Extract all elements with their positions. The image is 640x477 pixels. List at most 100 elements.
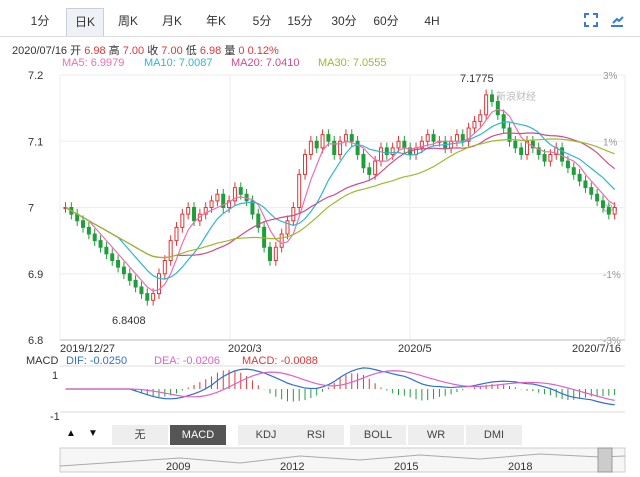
quote-info: 2020/07/16 开 6.98 高 7.00 收 7.00 低 6.98 量…: [12, 45, 279, 57]
tab-3[interactable]: 月K: [154, 8, 190, 35]
candle-62: [425, 134, 430, 142]
x-tick-2: 2020/5: [398, 343, 432, 355]
candle-16: [156, 273, 161, 295]
tab-1[interactable]: 日K: [66, 8, 104, 36]
candle-46: [332, 140, 337, 155]
pct-tick-0: 3%: [603, 71, 618, 82]
candle-49: [349, 134, 354, 142]
candle-21: [186, 207, 191, 215]
tab-9[interactable]: 4H: [414, 8, 450, 35]
pct-tick-1: 1%: [603, 137, 618, 148]
watermark: 新浪财经: [496, 90, 536, 103]
pct-tick-3: -1%: [603, 270, 621, 281]
candle-12: [133, 279, 138, 288]
candle-92: [600, 200, 605, 208]
candle-85: [560, 147, 565, 162]
candle-77: [513, 140, 518, 149]
candle-94: [612, 207, 617, 215]
candle-54: [378, 147, 383, 162]
fullscreen-icon[interactable]: [584, 13, 598, 27]
tab-8[interactable]: 60分: [368, 8, 404, 35]
candle-11: [127, 273, 132, 281]
candle-18: [168, 240, 173, 261]
y-tick-2: 7: [28, 203, 34, 215]
candle-8: [110, 253, 115, 261]
x-tick-1: 2020/3: [228, 343, 262, 355]
ma-legend-1: MA10: 7.0087: [144, 57, 213, 69]
nav-year-0: 2009: [166, 461, 190, 473]
candle-45: [326, 134, 331, 142]
candle-3: [81, 220, 86, 228]
candle-91: [595, 193, 600, 202]
candle-17: [162, 260, 167, 275]
candle-42: [308, 140, 313, 155]
high-annotation: 7.1775: [460, 73, 494, 85]
low-annotation: 6.8408: [112, 315, 146, 327]
tab-5[interactable]: 5分: [244, 8, 280, 35]
x-tick-3: 2020/7/16: [572, 343, 621, 355]
nav-year-1: 2012: [280, 461, 304, 473]
tab-4[interactable]: 年K: [198, 8, 234, 35]
macd-tick-0: 1: [52, 370, 58, 382]
candle-10: [121, 266, 126, 275]
candle-88: [577, 173, 582, 182]
macd-macd-label: MACD: -0.0088: [242, 355, 318, 367]
period-tabs: 1分 日K 周K 月K 年K 5分 15分 30分 60分 4H: [0, 8, 640, 37]
candle-57: [396, 140, 401, 149]
candle-30: [238, 187, 243, 195]
indicator-tabs: 无 MACD KDJ RSI BOLL WR DMI: [60, 425, 625, 445]
indicator-tab-4[interactable]: BOLL: [350, 425, 407, 445]
candle-58: [402, 140, 407, 149]
macd-dif-label: DIF: -0.0250: [66, 355, 127, 367]
candle-52: [367, 167, 372, 175]
tab-7[interactable]: 30分: [326, 8, 362, 35]
ma-legend-2: MA20: 7.0410: [231, 57, 300, 69]
candle-14: [145, 293, 150, 301]
indicator-tab-3[interactable]: RSI: [288, 425, 345, 445]
candle-51: [361, 154, 366, 169]
candle-4: [86, 226, 91, 235]
candle-6: [98, 240, 103, 248]
indicator-tab-0[interactable]: 无: [112, 425, 169, 445]
y-tick-4: 6.8: [28, 335, 43, 347]
candle-67: [454, 134, 459, 142]
candle-37: [279, 233, 284, 248]
indicator-tab-6[interactable]: DMI: [466, 425, 523, 445]
ma-legend-0: MA5: 6.9979: [62, 57, 125, 69]
nav-year-3: 2018: [508, 461, 532, 473]
candle-72: [484, 94, 489, 116]
candle-13: [139, 286, 144, 295]
candle-78: [519, 147, 524, 155]
candle-83: [548, 154, 553, 162]
candle-43: [314, 140, 319, 149]
candle-89: [583, 180, 588, 189]
macd-dea-label: DEA: -0.0206: [154, 355, 220, 367]
macd-title: MACD: [26, 355, 58, 367]
candle-41: [303, 154, 308, 175]
tab-0[interactable]: 1分: [22, 8, 58, 35]
indicator-tab-5[interactable]: WR: [408, 425, 465, 445]
macd-tick-1: -1: [50, 411, 60, 423]
candle-19: [174, 226, 179, 242]
candle-93: [606, 207, 611, 215]
ma-legend-3: MA30: 7.0555: [318, 57, 387, 69]
candle-74: [495, 101, 500, 116]
kline-chart[interactable]: 7.23%7.11%70%6.9-1%6.8-3%2019/12/272020/…: [0, 0, 640, 477]
tab-6[interactable]: 15分: [282, 8, 318, 35]
candle-20: [180, 213, 185, 228]
candle-26: [215, 193, 220, 202]
candle-36: [273, 246, 278, 261]
indicator-tab-1[interactable]: MACD: [170, 425, 227, 445]
x-tick-0: 2019/12/27: [60, 343, 115, 355]
tab-2[interactable]: 周K: [110, 8, 146, 35]
candle-70: [472, 120, 477, 129]
candle-44: [320, 134, 325, 149]
candle-63: [431, 134, 436, 142]
navigator-handle: [597, 447, 613, 473]
indicator-tab-2[interactable]: KDJ: [238, 425, 295, 445]
candle-73: [489, 94, 494, 102]
settings-icon[interactable]: [610, 13, 624, 27]
dea-line: [65, 370, 615, 401]
candle-15: [151, 293, 156, 301]
nav-year-2: 2015: [394, 461, 418, 473]
